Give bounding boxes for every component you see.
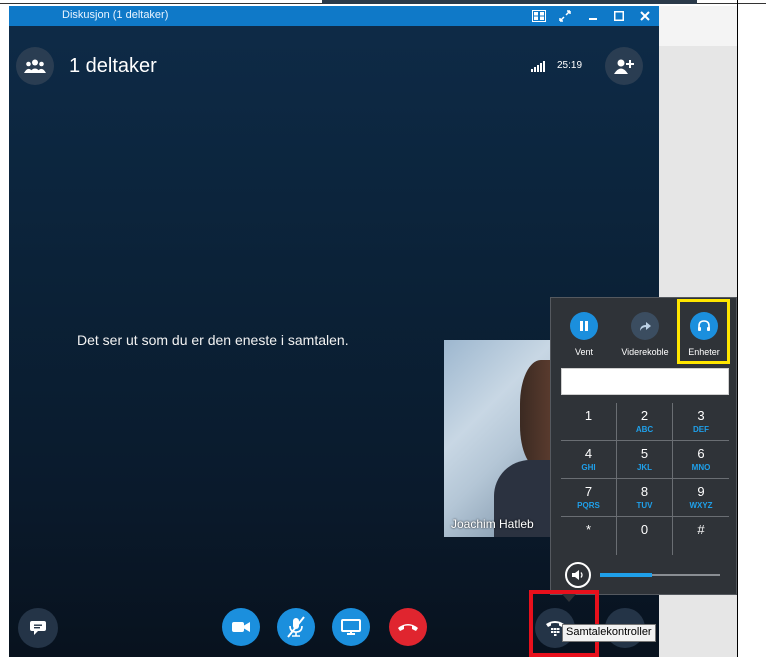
speaker-icon xyxy=(572,570,583,580)
maximize-button[interactable] xyxy=(609,7,629,25)
hang-up-button[interactable] xyxy=(389,608,427,646)
screenshot-canvas: Diskusjon (1 deltaker) 1 deltaker 25:19 … xyxy=(0,0,766,657)
dial-key-digit: # xyxy=(697,522,705,537)
background-dark-tab xyxy=(322,0,697,4)
close-button[interactable] xyxy=(635,7,655,25)
dial-key-letters: ABC xyxy=(635,425,654,434)
dial-key-letters: JKL xyxy=(636,463,653,472)
dial-key-letters: MNO xyxy=(691,463,711,472)
minimize-button[interactable] xyxy=(583,7,603,25)
participant-video-tile[interactable]: Joachim Hatleb xyxy=(444,340,564,537)
maximize-icon xyxy=(614,11,624,21)
dial-key-4[interactable]: 4 GHI xyxy=(561,441,617,479)
hold-label: Vent xyxy=(574,347,594,357)
video-button[interactable] xyxy=(222,608,260,646)
dial-key-3[interactable]: 3 DEF xyxy=(673,403,729,441)
minimize-icon xyxy=(589,18,597,20)
dial-key-letters: PQRS xyxy=(577,501,600,510)
dial-key-digit: 7 xyxy=(584,484,593,499)
participants-button[interactable] xyxy=(16,47,54,85)
participants-count-title: 1 deltaker xyxy=(69,55,157,77)
hangup-icon xyxy=(398,624,418,631)
call-controls-tooltip: Samtalekontroller xyxy=(562,624,656,642)
participant-name-label: Joachim Hatleb xyxy=(451,517,534,531)
dial-key-7[interactable]: 7 PQRS xyxy=(561,479,617,517)
add-person-icon xyxy=(614,59,634,74)
mute-button[interactable] xyxy=(277,608,315,646)
volume-button[interactable] xyxy=(565,562,591,588)
dial-key-digit: 2 xyxy=(640,408,649,423)
signal-bars-icon xyxy=(531,61,545,72)
dial-key-digit: 4 xyxy=(584,446,593,461)
dial-key-letters: DEF xyxy=(693,425,709,434)
dial-key-6[interactable]: 6 MNO xyxy=(673,441,729,479)
dial-key-digit: * xyxy=(585,522,592,537)
dial-key-digit: 0 xyxy=(640,522,649,537)
transfer-button[interactable] xyxy=(631,312,659,340)
chat-button[interactable] xyxy=(18,608,58,648)
chat-bubble-icon xyxy=(30,621,46,635)
layout-toggle-button[interactable] xyxy=(529,7,549,25)
dial-key-8[interactable]: 8 TUV xyxy=(617,479,673,517)
screen-share-icon xyxy=(341,619,361,635)
transfer-label: Viderekoble xyxy=(621,347,669,357)
window-title: Diskusjon (1 deltaker) xyxy=(62,9,169,21)
dial-key-star[interactable]: * xyxy=(561,517,617,555)
dial-key-digit: 3 xyxy=(697,408,705,423)
devices-highlight-box xyxy=(677,299,730,364)
dial-key-letters: TUV xyxy=(636,501,653,510)
share-screen-button[interactable] xyxy=(332,608,370,646)
microphone-muted-icon xyxy=(287,616,305,638)
add-participant-button[interactable] xyxy=(605,47,643,85)
dial-key-1[interactable]: 1 xyxy=(561,403,617,441)
dial-key-digit: 1 xyxy=(584,408,593,423)
dial-key-digit: 9 xyxy=(697,484,705,499)
transfer-icon xyxy=(640,322,651,331)
window-titlebar[interactable]: Diskusjon (1 deltaker) xyxy=(9,6,659,26)
dial-key-5[interactable]: 5 JKL xyxy=(617,441,673,479)
dial-key-0[interactable]: 0 xyxy=(617,517,673,555)
video-camera-icon xyxy=(232,622,250,632)
dial-key-letters: GHI xyxy=(581,463,596,472)
people-icon xyxy=(24,59,46,73)
dialpad-input[interactable] xyxy=(561,368,729,395)
alone-in-call-message: Det ser ut som du er den eneste i samtal… xyxy=(77,332,349,348)
volume-slider-fill[interactable] xyxy=(600,573,652,577)
dial-key-digit: 8 xyxy=(640,484,649,499)
dial-key-2[interactable]: 2 ABC xyxy=(617,403,673,441)
dialpad-keypad: 1 2 ABC 3 DEF 4 GHI 5 JKL 6 MNO 7 PQRS 8 TUV 9 W… xyxy=(561,403,729,555)
layout-icon xyxy=(532,10,546,22)
dial-key-9[interactable]: 9 WXYZ xyxy=(673,479,729,517)
background-right-header xyxy=(658,6,737,46)
close-icon xyxy=(640,11,650,21)
dial-key-digit: 6 xyxy=(697,446,705,461)
fullscreen-button[interactable] xyxy=(555,7,575,25)
dial-key-hash[interactable]: # xyxy=(673,517,729,555)
hold-button[interactable] xyxy=(570,312,598,340)
pause-icon xyxy=(580,321,588,331)
dial-key-digit: 5 xyxy=(640,446,649,461)
dial-key-letters: WXYZ xyxy=(689,501,713,510)
expand-icon xyxy=(559,10,571,22)
background-right-border xyxy=(737,0,738,657)
call-timer: 25:19 xyxy=(557,60,583,71)
